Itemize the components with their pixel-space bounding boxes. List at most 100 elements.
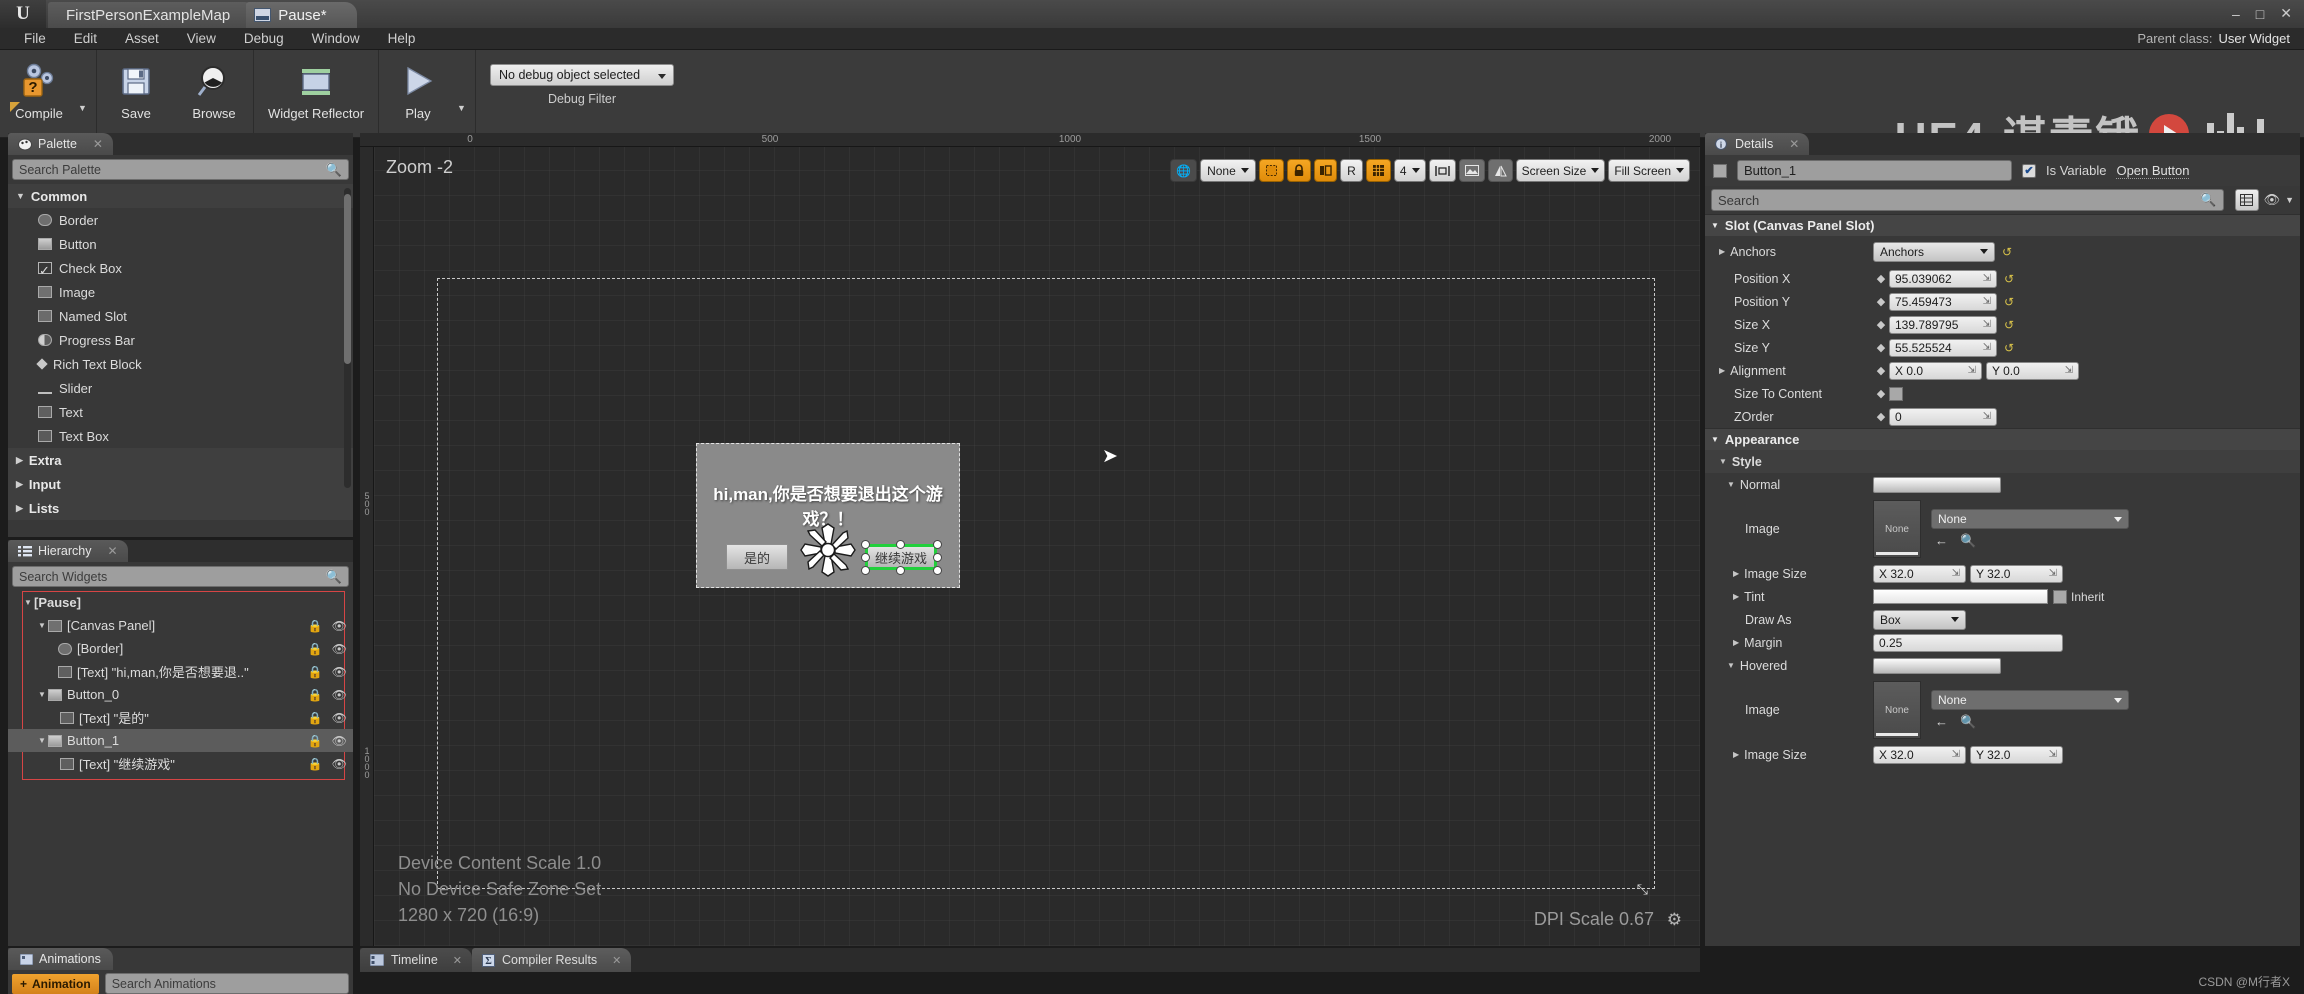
section-slot-canvas-panel[interactable]: ▼ Slot (Canvas Panel Slot) bbox=[1705, 214, 2300, 236]
details-grid-view-toggle[interactable] bbox=[2234, 189, 2259, 211]
menu-debug[interactable]: Debug bbox=[230, 28, 298, 50]
eye-icon[interactable]: 👁 bbox=[2264, 192, 2281, 208]
palette-search-input[interactable]: Search Palette 🔍 bbox=[12, 159, 349, 180]
tree-row-toggles[interactable]: 🔒 👁 bbox=[308, 757, 347, 771]
palette-category-extra[interactable]: ▶ Extra bbox=[8, 448, 353, 472]
tab-hierarchy[interactable]: Hierarchy ✕ bbox=[8, 540, 128, 562]
reset-icon[interactable]: ↺ bbox=[2004, 295, 2014, 309]
resize-handle-ml[interactable] bbox=[861, 553, 870, 562]
spinner-icon[interactable]: ⇲ bbox=[1983, 342, 1991, 353]
menu-window[interactable]: Window bbox=[298, 28, 374, 50]
search-icon[interactable]: 🔍 bbox=[326, 569, 342, 585]
normal-margin-input[interactable]: 0.25 bbox=[1873, 633, 2063, 652]
palette-list[interactable]: ▼ Common Border Button ✓ Check Box Image … bbox=[8, 184, 353, 524]
bind-diamond-icon[interactable]: ◆ bbox=[1873, 364, 1889, 377]
spinner-icon[interactable]: ⇲ bbox=[1983, 319, 1991, 330]
normal-style-preview[interactable] bbox=[1873, 476, 2001, 493]
tree-node-button-0[interactable]: ▼ Button_0 🔒 👁 bbox=[8, 683, 353, 706]
resize-handle-br[interactable] bbox=[933, 566, 942, 575]
hovered-image-thumbnail[interactable]: None bbox=[1873, 681, 1921, 739]
tab-compiler-results[interactable]: Σ Compiler Results ✕ bbox=[472, 948, 632, 972]
size-to-content-checkbox[interactable] bbox=[1889, 386, 1903, 401]
lock-icon[interactable]: 🔒 bbox=[308, 642, 323, 656]
tab-animations[interactable]: Animations bbox=[8, 948, 113, 970]
resize-handle-tc[interactable] bbox=[896, 540, 905, 549]
play-dropdown-icon[interactable]: ▼ bbox=[457, 50, 475, 138]
chevron-down-icon[interactable]: ▼ bbox=[24, 598, 34, 607]
lock-icon[interactable]: 🔒 bbox=[308, 734, 323, 748]
tree-row-toggles[interactable]: 🔒 👁 bbox=[308, 711, 347, 725]
compile-dropdown-icon[interactable]: ▼ bbox=[78, 50, 96, 138]
chevron-down-icon[interactable]: ▼ bbox=[38, 736, 48, 745]
menu-view[interactable]: View bbox=[173, 28, 230, 50]
resize-handle-bc[interactable] bbox=[896, 566, 905, 575]
use-selected-asset-icon[interactable]: ← bbox=[1935, 533, 1948, 549]
chevron-down-icon[interactable]: ▼ bbox=[38, 690, 48, 699]
spinner-icon[interactable]: ⇲ bbox=[1952, 568, 1960, 579]
size-x-input[interactable]: 139.789795 ⇲ bbox=[1889, 315, 1997, 334]
fill-screen-dropdown[interactable]: Fill Screen bbox=[1608, 159, 1690, 182]
chevron-right-icon[interactable]: ▶ bbox=[1719, 247, 1725, 256]
pause-dialog-border[interactable]: hi,man,你是否想要退出这个游戏？！ 是的 继续游戏 bbox=[696, 443, 960, 588]
bind-diamond-icon[interactable]: ◆ bbox=[1873, 272, 1889, 285]
bind-diamond-icon[interactable]: ◆ bbox=[1873, 387, 1889, 400]
compile-button[interactable]: ? Compile bbox=[0, 50, 78, 138]
tree-row-toggles[interactable]: 🔒 👁 bbox=[308, 619, 347, 633]
reset-icon[interactable]: ↺ bbox=[2002, 245, 2012, 259]
spinner-icon[interactable]: ⇲ bbox=[1952, 749, 1960, 760]
screen-size-dropdown[interactable]: Screen Size bbox=[1515, 159, 1606, 182]
spinner-icon[interactable]: ⇲ bbox=[2065, 365, 2073, 376]
alignment-x-input[interactable]: X 0.0 ⇲ bbox=[1889, 361, 1982, 380]
hierarchy-close-icon[interactable]: ✕ bbox=[108, 544, 118, 558]
image-icon[interactable] bbox=[1458, 159, 1485, 182]
search-icon[interactable]: 🔍 bbox=[2200, 192, 2216, 208]
save-button[interactable]: Save bbox=[97, 50, 175, 138]
spinner-icon[interactable]: ⇲ bbox=[1968, 365, 1976, 376]
section-appearance[interactable]: ▼ Appearance bbox=[1705, 428, 2300, 450]
tree-node-border[interactable]: [Border] 🔒 👁 bbox=[8, 637, 353, 660]
subsection-normal-label-wrap[interactable]: ▼ Normal bbox=[1705, 478, 1873, 492]
hovered-image-size-x-input[interactable]: X 32.0 ⇲ bbox=[1873, 745, 1966, 764]
eye-icon[interactable]: 👁 bbox=[332, 619, 347, 633]
tree-row-toggles[interactable]: 🔒 👁 bbox=[308, 734, 347, 748]
bind-diamond-icon[interactable]: ◆ bbox=[1873, 410, 1889, 423]
search-icon[interactable]: 🔍 bbox=[326, 162, 342, 178]
chevron-right-icon[interactable]: ▶ bbox=[1719, 366, 1725, 375]
normal-image-asset-dropdown[interactable]: None bbox=[1931, 509, 2129, 529]
open-button-link[interactable]: Open Button bbox=[2116, 163, 2190, 179]
palette-close-icon[interactable]: ✕ bbox=[93, 137, 103, 151]
add-animation-button[interactable]: + Animation bbox=[12, 973, 99, 994]
tab-palette[interactable]: Palette ✕ bbox=[8, 133, 113, 155]
menu-edit[interactable]: Edit bbox=[60, 28, 111, 50]
tree-node-text-continue[interactable]: [Text] "继续游戏" 🔒 👁 bbox=[8, 752, 353, 775]
animation-search-input[interactable]: Search Animations bbox=[104, 973, 349, 994]
eye-icon[interactable]: 👁 bbox=[332, 642, 347, 656]
normal-image-thumbnail[interactable]: None bbox=[1873, 500, 1921, 558]
chevron-down-icon[interactable]: ▼ bbox=[38, 621, 48, 630]
grid-toggle[interactable] bbox=[1365, 159, 1391, 182]
lock-icon[interactable]: 🔒 bbox=[308, 757, 323, 771]
zorder-input[interactable]: 0 ⇲ bbox=[1889, 407, 1997, 426]
dpi-settings-gear-icon[interactable]: ⚙ bbox=[1667, 910, 1682, 930]
spinner-icon[interactable]: ⇲ bbox=[1983, 273, 1991, 284]
palette-item-text[interactable]: Text bbox=[8, 400, 353, 424]
palette-item-check-box[interactable]: ✓ Check Box bbox=[8, 256, 353, 280]
chevron-right-icon[interactable]: ▶ bbox=[1733, 569, 1739, 578]
menu-asset[interactable]: Asset bbox=[111, 28, 173, 50]
dialog-button-yes[interactable]: 是的 bbox=[726, 544, 788, 570]
tree-row-toggles[interactable]: 🔒 👁 bbox=[308, 688, 347, 702]
browse-asset-icon[interactable]: 🔍 bbox=[1960, 533, 1976, 549]
menu-help[interactable]: Help bbox=[374, 28, 430, 50]
palette-category-lists[interactable]: ▶ Lists bbox=[8, 496, 353, 520]
palette-item-button[interactable]: Button bbox=[8, 232, 353, 256]
chevron-right-icon[interactable]: ▶ bbox=[1733, 638, 1739, 647]
palette-item-border[interactable]: Border bbox=[8, 208, 353, 232]
rotation-toggle[interactable]: R bbox=[1339, 159, 1363, 182]
palette-item-slider[interactable]: Slider bbox=[8, 376, 353, 400]
minimize-icon[interactable]: – bbox=[2232, 6, 2240, 22]
hovered-image-asset-dropdown[interactable]: None bbox=[1931, 690, 2129, 710]
position-x-input[interactable]: 95.039062 ⇲ bbox=[1889, 269, 1997, 288]
menu-file[interactable]: File bbox=[10, 28, 60, 50]
designer-viewport[interactable]: 0 500 1000 1500 2000 500 1000 Zoom -2 🌐 … bbox=[360, 133, 1700, 946]
tab-first-person-example-map[interactable]: FirstPersonExampleMap bbox=[48, 2, 257, 28]
